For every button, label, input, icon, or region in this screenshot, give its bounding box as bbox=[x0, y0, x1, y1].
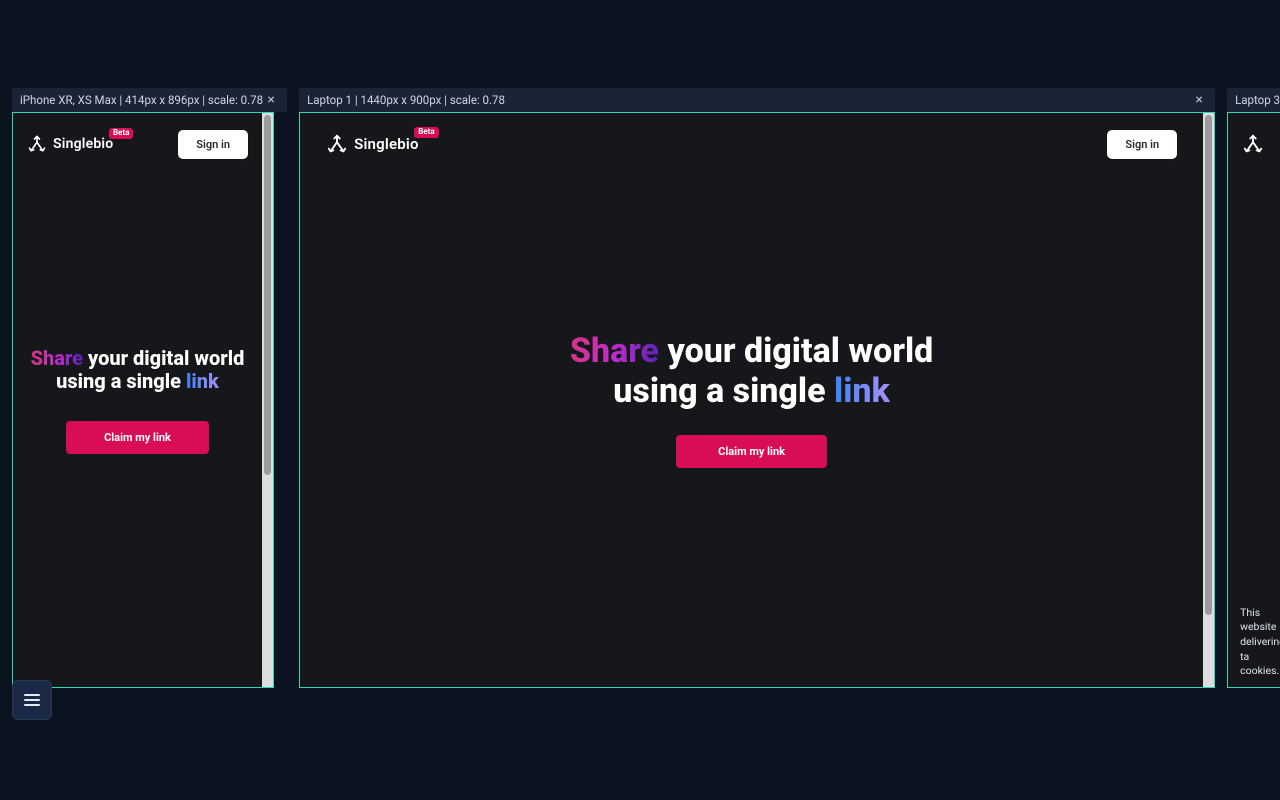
hero-word-link: link bbox=[186, 369, 219, 393]
viewport-row: iPhone XR, XS Max | 414px x 896px | scal… bbox=[12, 88, 1280, 688]
viewport-title: Laptop 3 | 12 bbox=[1235, 93, 1280, 107]
cookie-line-3: cookies. bbox=[1240, 664, 1279, 677]
claim-link-button[interactable]: Claim my link bbox=[66, 421, 209, 454]
cookie-line-2: delivering ta bbox=[1240, 635, 1280, 663]
claim-link-button[interactable]: Claim my link bbox=[676, 435, 827, 468]
close-icon[interactable]: × bbox=[263, 92, 279, 108]
viewport-header: Laptop 1 | 1440px x 900px | scale: 0.78 … bbox=[299, 88, 1215, 112]
menu-button[interactable] bbox=[12, 680, 52, 720]
viewport-title: Laptop 1 | 1440px x 900px | scale: 0.78 bbox=[307, 93, 505, 107]
viewport-laptop3: Laptop 3 | 12 bbox=[1227, 88, 1280, 688]
cookie-notice: This website delivering ta cookies. bbox=[1240, 606, 1280, 679]
viewport-frame: Singlebio Beta Sign in This website deli… bbox=[1227, 112, 1280, 688]
hero-line2-prefix: using a single bbox=[613, 371, 834, 411]
hero-word-link: link bbox=[834, 371, 890, 411]
singlebio-logo-icon bbox=[1242, 133, 1264, 155]
hero: Share your digital world using a single … bbox=[13, 113, 262, 687]
viewport-frame: Singlebio Beta Sign in Share your digita… bbox=[12, 112, 274, 688]
scrollbar[interactable] bbox=[1203, 113, 1214, 687]
scrollbar-thumb[interactable] bbox=[264, 115, 271, 475]
hero-heading: Share your digital world using a single … bbox=[570, 332, 933, 410]
hamburger-icon bbox=[24, 699, 40, 701]
hero-word-share: Share bbox=[31, 346, 83, 370]
viewport-header: Laptop 3 | 12 bbox=[1227, 88, 1280, 112]
brand[interactable]: Singlebio Beta bbox=[1242, 133, 1264, 155]
viewport-title: iPhone XR, XS Max | 414px x 896px | scal… bbox=[20, 93, 263, 107]
viewport-laptop1: Laptop 1 | 1440px x 900px | scale: 0.78 … bbox=[299, 88, 1215, 688]
hero-line1-rest: your digital world bbox=[83, 346, 244, 370]
page-content: Singlebio Beta Sign in This website deli… bbox=[1228, 113, 1280, 687]
scrollbar[interactable] bbox=[262, 113, 273, 687]
close-icon[interactable]: × bbox=[1191, 92, 1207, 108]
hero-heading: Share your digital world using a single … bbox=[31, 347, 245, 393]
page-content: Singlebio Beta Sign in Share your digita… bbox=[13, 113, 262, 687]
cookie-line-1: This website bbox=[1240, 606, 1276, 634]
hero-word-share: Share bbox=[570, 331, 659, 371]
hero-line1-rest: your digital world bbox=[659, 331, 933, 371]
viewport-iphone: iPhone XR, XS Max | 414px x 896px | scal… bbox=[12, 88, 287, 688]
hero: Share your digital world using a single … bbox=[300, 113, 1203, 687]
viewport-header: iPhone XR, XS Max | 414px x 896px | scal… bbox=[12, 88, 287, 112]
page-header: Singlebio Beta Sign in bbox=[1228, 113, 1280, 165]
scrollbar-thumb[interactable] bbox=[1205, 115, 1212, 615]
page-content: Singlebio Beta Sign in Share your digita… bbox=[300, 113, 1203, 687]
viewport-frame: Singlebio Beta Sign in Share your digita… bbox=[299, 112, 1215, 688]
hero-line2-prefix: using a single bbox=[56, 369, 186, 393]
